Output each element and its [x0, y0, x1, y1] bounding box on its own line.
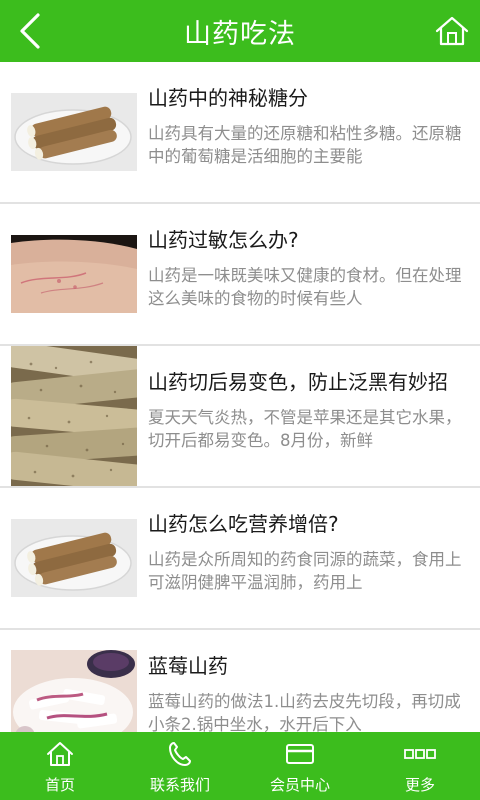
- article-title: 山药过敏怎么办?: [148, 228, 299, 252]
- article-summary: 山药是众所周知的药食同源的蔬菜，食用上可滋阴健脾平温润肺，药用上: [148, 550, 462, 592]
- app-screen: 山药吃法 山药中的神秘糖分 山药具有大量的还原糖和粘性多糖。还原糖中的葡萄糖是活…: [0, 0, 480, 800]
- card-icon: [286, 744, 314, 764]
- article-title: 蓝莓山药: [148, 654, 228, 678]
- nav-member-label: 会员中心: [269, 776, 330, 794]
- nav-contact[interactable]: 联系我们: [120, 732, 240, 800]
- blueberry-yam-thumbnail: [11, 650, 137, 732]
- article-title: 山药切后易变色，防止泛黑有妙招: [148, 370, 448, 394]
- phone-icon: [169, 742, 191, 766]
- article-list-item[interactable]: 山药过敏怎么办? 山药是一味既美味又健康的食材。但在处理这么美味的食物的时候有些…: [0, 204, 480, 346]
- nav-more-label: 更多: [404, 776, 435, 794]
- yam-plate-thumbnail: [11, 519, 137, 597]
- home-icon: [47, 742, 73, 766]
- nav-member[interactable]: 会员中心: [240, 732, 360, 800]
- article-summary: 山药具有大量的还原糖和粘性多糖。还原糖中的葡萄糖是活细胞的主要能: [148, 124, 462, 166]
- allergic-skin-thumbnail: [11, 235, 137, 313]
- home-icon: [435, 16, 469, 46]
- article-summary: 夏天天气炎热，不管是苹果还是其它水果，切开后都易变色。8月份，新鲜: [148, 408, 462, 450]
- article-list-item[interactable]: 山药切后易变色，防止泛黑有妙招 夏天天气炎热，不管是苹果还是其它水果，切开后都易…: [0, 346, 480, 488]
- article-title: 山药怎么吃营养增倍?: [148, 512, 339, 536]
- article-list: 山药中的神秘糖分 山药具有大量的还原糖和粘性多糖。还原糖中的葡萄糖是活细胞的主要…: [0, 62, 480, 732]
- header-bar: 山药吃法: [0, 0, 480, 62]
- home-button[interactable]: [432, 11, 472, 51]
- chevron-left-icon: [20, 13, 40, 49]
- more-icon: [404, 749, 436, 759]
- nav-contact-label: 联系我们: [149, 776, 210, 794]
- bottom-navigation: 首页 联系我们 会员中心 更多: [0, 732, 480, 800]
- article-list-item[interactable]: 山药怎么吃营养增倍? 山药是众所周知的药食同源的蔬菜，食用上可滋阴健脾平温润肺，…: [0, 488, 480, 630]
- article-list-item[interactable]: 山药中的神秘糖分 山药具有大量的还原糖和粘性多糖。还原糖中的葡萄糖是活细胞的主要…: [0, 62, 480, 204]
- nav-home-label: 首页: [44, 776, 75, 794]
- yam-plate-thumbnail: [11, 93, 137, 171]
- nav-home[interactable]: 首页: [0, 732, 120, 800]
- nav-more[interactable]: 更多: [360, 732, 480, 800]
- article-summary: 蓝莓山药的做法1.山药去皮先切段，再切成小条2.锅中坐水，水开后下入: [148, 692, 461, 732]
- article-title: 山药中的神秘糖分: [148, 86, 308, 110]
- page-title: 山药吃法: [184, 18, 296, 50]
- yam-pile-thumbnail: [11, 346, 137, 486]
- article-summary: 山药是一味既美味又健康的食材。但在处理这么美味的食物的时候有些人: [148, 266, 462, 308]
- back-button[interactable]: [10, 9, 50, 53]
- article-list-item[interactable]: 蓝莓山药 蓝莓山药的做法1.山药去皮先切段，再切成小条2.锅中坐水，水开后下入: [0, 630, 480, 732]
